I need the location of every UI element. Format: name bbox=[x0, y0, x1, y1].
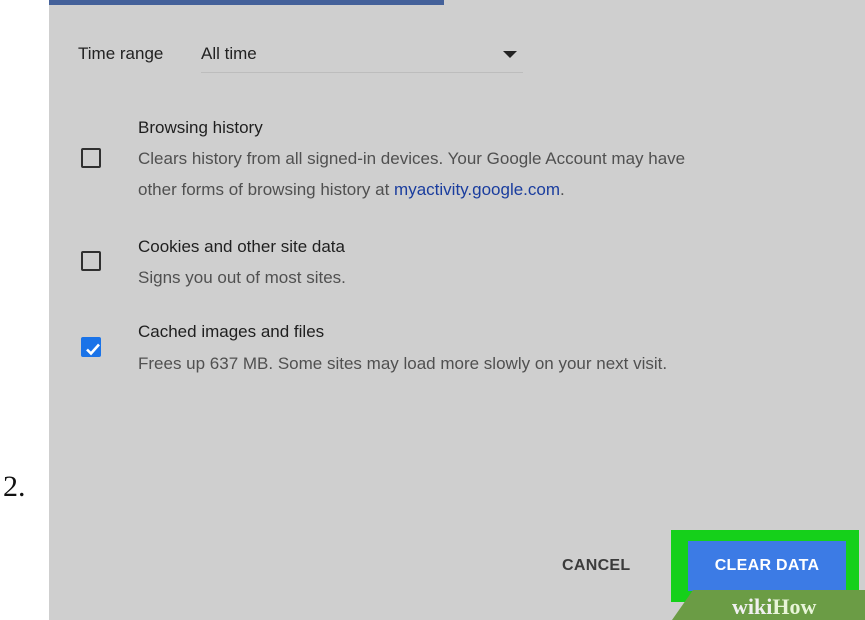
myactivity-link[interactable]: myactivity.google.com bbox=[394, 180, 560, 199]
checkmark-icon bbox=[86, 343, 100, 356]
cached-images-title: Cached images and files bbox=[138, 322, 325, 341]
desc-suffix: . bbox=[560, 180, 565, 199]
clear-data-button[interactable]: CLEAR DATA bbox=[688, 541, 846, 591]
watermark-wiki: wiki bbox=[732, 594, 773, 619]
watermark-how: How bbox=[772, 594, 817, 619]
browsing-history-desc-line2: other forms of browsing history at myact… bbox=[138, 176, 565, 204]
browsing-history-title: Browsing history bbox=[138, 118, 263, 137]
cookies-desc: Signs you out of most sites. bbox=[138, 268, 346, 287]
step-number: 2. bbox=[3, 470, 26, 503]
time-range-select[interactable]: All time bbox=[201, 44, 523, 73]
cookies-title: Cookies and other site data bbox=[138, 237, 345, 256]
time-range-label: Time range bbox=[78, 44, 164, 63]
cancel-button[interactable]: CANCEL bbox=[562, 557, 630, 575]
cookies-checkbox[interactable] bbox=[81, 251, 101, 271]
browsing-history-checkbox[interactable] bbox=[81, 148, 101, 168]
clear-browsing-data-dialog: Time range All time Browsing history Cle… bbox=[49, 0, 865, 620]
browsing-history-desc-line1: Clears history from all signed-in device… bbox=[138, 149, 686, 168]
time-range-value: All time bbox=[201, 44, 257, 63]
wikihow-watermark: wikiHow bbox=[732, 594, 816, 620]
cached-images-checkbox[interactable] bbox=[81, 337, 101, 357]
cached-images-desc: Frees up 637 MB. Some sites may load mor… bbox=[138, 354, 668, 373]
desc-prefix: other forms of browsing history at bbox=[138, 180, 395, 199]
tab-indicator bbox=[49, 0, 444, 5]
dropdown-caret-icon bbox=[503, 51, 517, 58]
